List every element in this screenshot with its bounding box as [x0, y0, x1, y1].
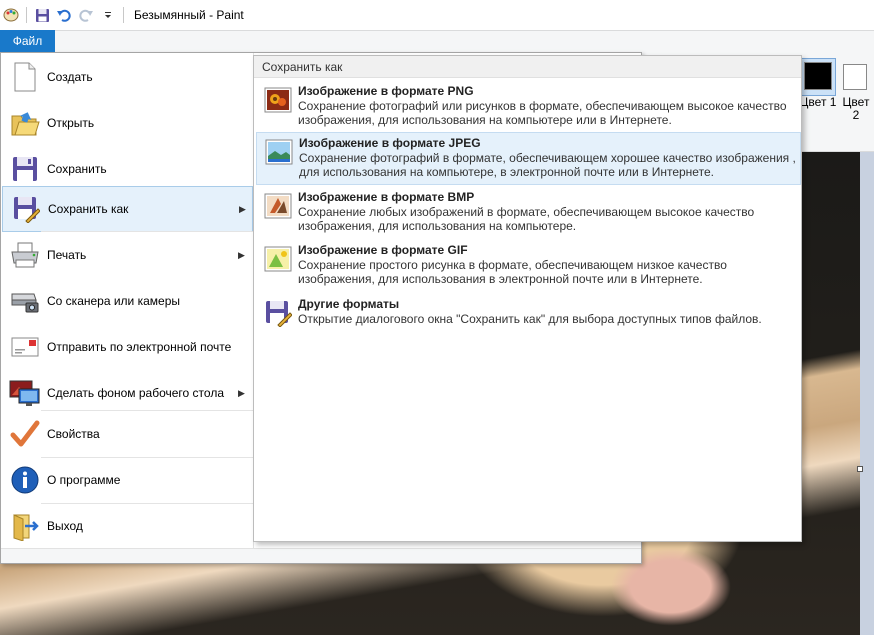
file-menu-footer: [1, 548, 641, 563]
jpeg-image-icon: [263, 136, 295, 168]
submenu-arrow-icon: ▶: [238, 249, 245, 260]
redo-icon[interactable]: [75, 4, 97, 26]
menu-item-exit[interactable]: Выход: [2, 503, 253, 549]
menu-item-label: Сделать фоном рабочего стола: [47, 386, 224, 400]
checkmark-icon: [8, 417, 42, 451]
submenu-arrow-icon: ▶: [239, 203, 246, 214]
save-option-description: Сохранение любых изображений в формате, …: [298, 205, 755, 233]
menu-item-label: Сохранить: [47, 162, 107, 176]
menu-item-send-email[interactable]: Отправить по электронной почте: [2, 324, 253, 370]
save-disk-icon: [8, 152, 42, 186]
menu-item-scanner-camera[interactable]: Со сканера или камеры: [2, 278, 253, 324]
canvas-resize-handle[interactable]: [857, 466, 863, 472]
desktop-background-icon: [8, 376, 42, 410]
file-menu-commands: Создать Открыть Сохранить Сохранить как …: [1, 53, 254, 548]
menu-item-label: О программе: [47, 473, 121, 487]
menu-item-about[interactable]: О программе: [2, 457, 253, 503]
toolbar-separator: [26, 7, 27, 23]
menu-item-open[interactable]: Открыть: [2, 100, 253, 146]
save-option-description: Сохранение фотографий в формате, обеспеч…: [299, 151, 796, 179]
printer-icon: [8, 238, 42, 272]
color-2-swatch[interactable]: [843, 64, 867, 90]
save-option-description: Сохранение фотографий или рисунков в фор…: [298, 99, 787, 127]
save-quick-icon[interactable]: [31, 4, 53, 26]
menu-item-print[interactable]: Печать ▶: [2, 232, 253, 278]
menu-item-label: Открыть: [47, 116, 95, 130]
save-option-title: Изображение в формате BMP: [298, 190, 475, 204]
window-title: Безымянный - Paint: [134, 8, 244, 22]
menu-item-save-as[interactable]: Сохранить как ▶: [2, 186, 253, 232]
save-as-png-item[interactable]: Изображение в формате PNG Сохранение фот…: [256, 81, 801, 133]
save-as-gif-item[interactable]: Изображение в формате GIF Сохранение про…: [256, 240, 801, 292]
save-as-bmp-item[interactable]: Изображение в формате BMP Сохранение люб…: [256, 187, 801, 239]
other-formats-icon: [262, 297, 294, 329]
exit-icon: [8, 509, 42, 543]
undo-icon[interactable]: [53, 4, 75, 26]
color-1-label: Цвет 1: [799, 95, 837, 109]
save-as-submenu: Сохранить как Изображение в формате PNG …: [253, 55, 802, 542]
save-as-other-formats-item[interactable]: Другие форматы Открытие диалогового окна…: [256, 294, 801, 334]
submenu-arrow-icon: ▶: [238, 387, 245, 398]
color-1-swatch[interactable]: [800, 58, 836, 96]
save-as-icon: [9, 192, 43, 226]
customize-quick-access-icon[interactable]: [97, 4, 119, 26]
png-image-icon: [262, 84, 294, 116]
new-document-icon: [8, 60, 42, 94]
open-folder-icon: [8, 106, 42, 140]
scanner-icon: [8, 284, 42, 318]
info-icon: [8, 463, 42, 497]
menu-item-label: Выход: [47, 519, 83, 533]
menu-item-new[interactable]: Создать: [2, 54, 253, 100]
file-tab[interactable]: Файл: [0, 30, 55, 52]
menu-item-label: Создать: [47, 70, 93, 84]
save-option-description: Открытие диалогового окна "Сохранить как…: [298, 312, 762, 326]
quick-access-toolbar: [0, 0, 128, 30]
save-option-title: Изображение в формате JPEG: [299, 136, 481, 150]
save-option-title: Изображение в формате PNG: [298, 84, 474, 98]
save-option-description: Сохранение простого рисунка в формате, о…: [298, 258, 727, 286]
bmp-image-icon: [262, 190, 294, 222]
email-icon: [8, 330, 42, 364]
paint-app-icon[interactable]: [0, 4, 22, 26]
save-as-jpeg-item[interactable]: Изображение в формате JPEG Сохранение фо…: [256, 132, 801, 185]
save-option-title: Изображение в формате GIF: [298, 243, 468, 257]
save-option-title: Другие форматы: [298, 297, 400, 311]
menu-item-label: Со сканера или камеры: [47, 294, 180, 308]
menu-item-label: Отправить по электронной почте: [47, 340, 232, 354]
color-2-label: Цвет 2: [842, 95, 870, 122]
menu-item-label: Печать: [47, 248, 87, 262]
gif-image-icon: [262, 243, 294, 275]
toolbar-separator: [123, 7, 124, 23]
submenu-header: Сохранить как: [254, 56, 801, 78]
menu-item-label: Сохранить как: [48, 202, 129, 216]
menu-item-properties[interactable]: Свойства: [2, 411, 253, 457]
menu-item-label: Свойства: [47, 427, 100, 441]
title-bar: Безымянный - Paint: [0, 0, 874, 30]
